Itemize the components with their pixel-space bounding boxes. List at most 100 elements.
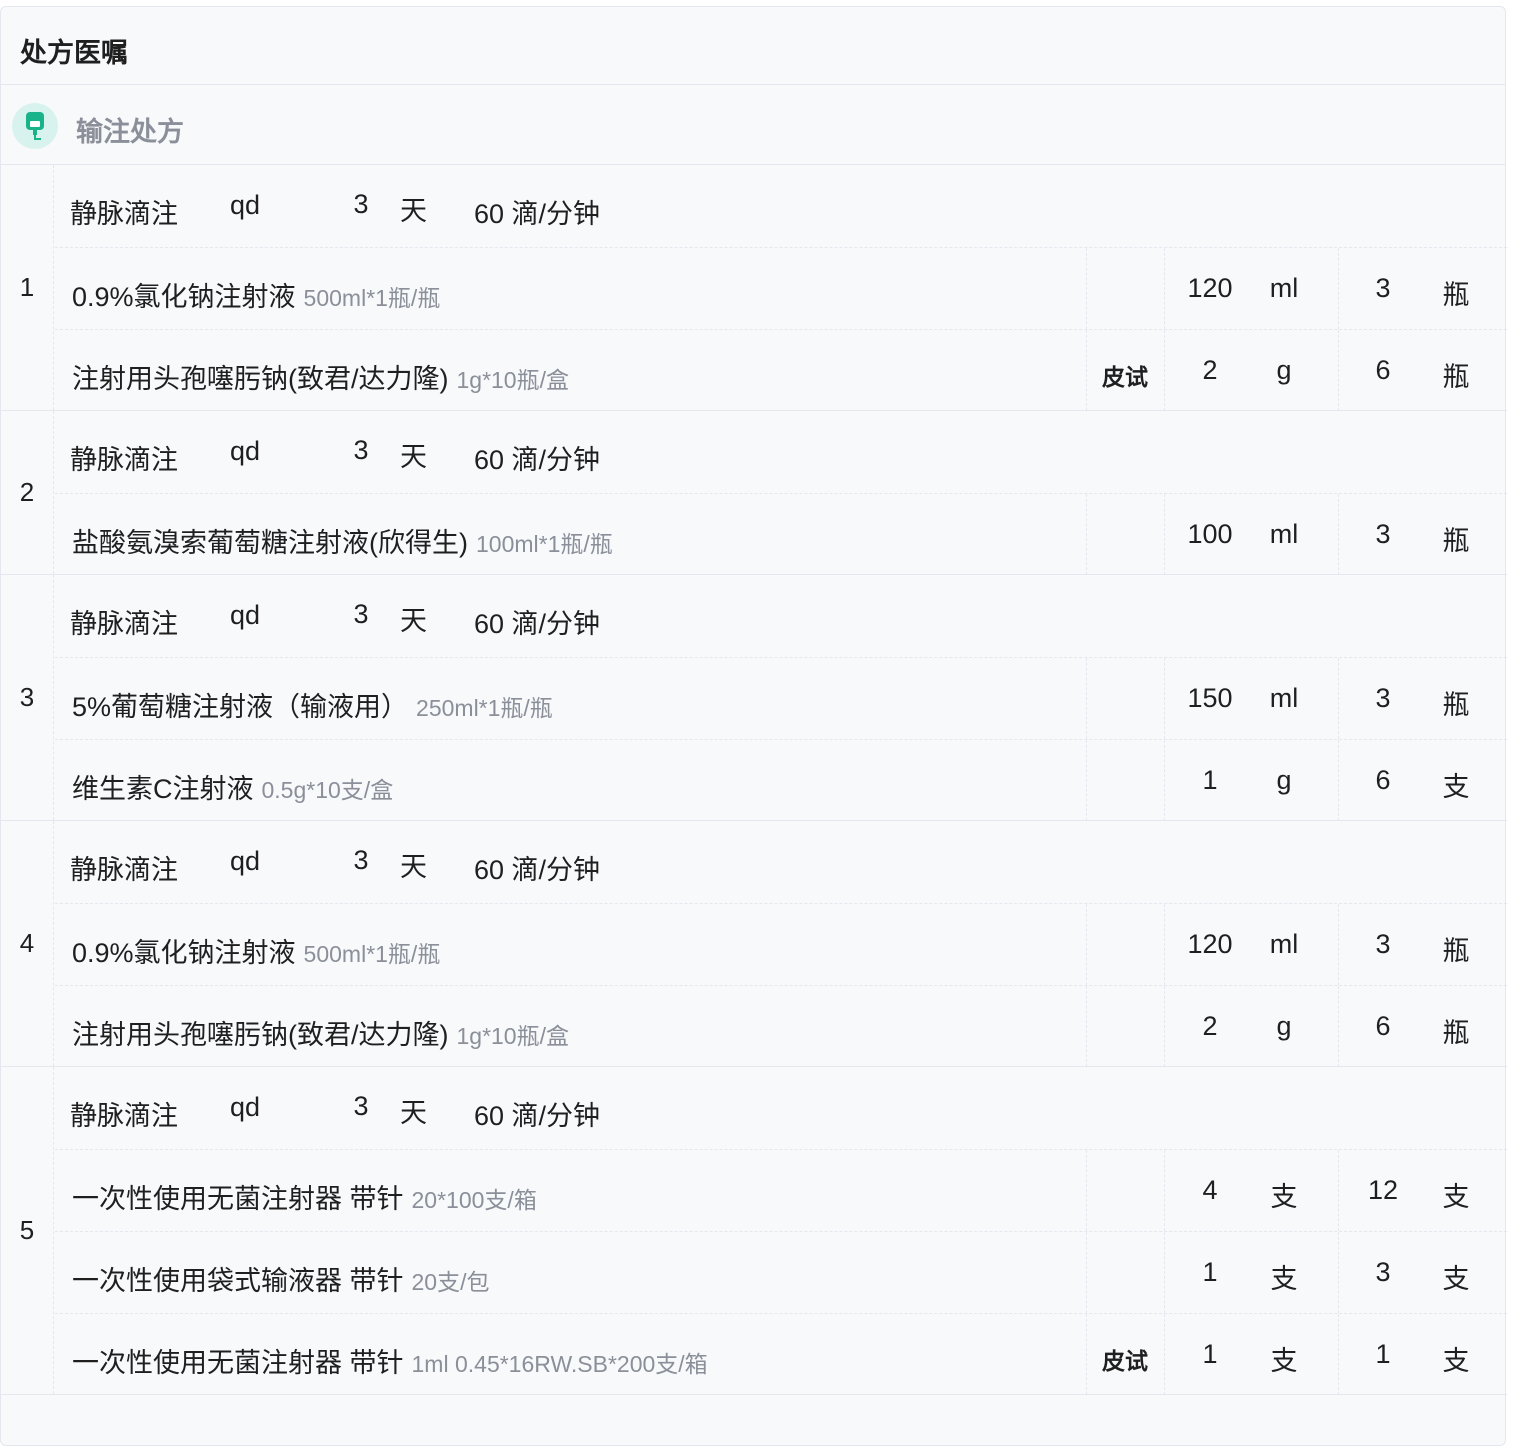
column-divider xyxy=(1164,330,1165,411)
drug-name-text: 5%葡萄糖注射液（输液用） xyxy=(72,692,409,722)
quantity-value: 6 xyxy=(1375,765,1391,795)
column-divider xyxy=(1086,658,1087,739)
column-divider xyxy=(1086,740,1087,821)
column-divider xyxy=(1086,986,1087,1067)
dose-value: 2 xyxy=(1202,355,1218,385)
drug-name-text: 一次性使用袋式输液器 带针 xyxy=(72,1266,404,1296)
drug-spec: 1g*10瓶/盒 xyxy=(456,1023,569,1049)
drug-row: 盐酸氨溴索葡萄糖注射液(欣得生) 100ml*1瓶/瓶 100 ml 3 瓶 xyxy=(55,493,1507,575)
prescription-groups: 1 静脉滴注 qd 3 天 60 滴/分钟 0.9%氯化钠注射液 500ml*1瓶/瓶 120 m… xyxy=(1,165,1507,1395)
days-unit: 天 xyxy=(400,196,427,226)
drug-name-text: 注射用头孢噻肟钠(致君/达力隆) xyxy=(72,1020,449,1050)
route-text: 静脉滴注 xyxy=(70,445,178,475)
drip-rate: 60 滴/分钟 xyxy=(474,445,601,475)
dose-unit: g xyxy=(1276,1011,1292,1041)
days-unit: 天 xyxy=(400,1098,427,1128)
dose-unit: 支 xyxy=(1270,1346,1298,1376)
days-unit: 天 xyxy=(400,442,427,472)
drug-name: 注射用头孢噻肟钠(致君/达力隆) 1g*10瓶/盒 xyxy=(72,1013,569,1052)
frequency-text: qd xyxy=(230,436,261,466)
drug-name-text: 0.9%氯化钠注射液 xyxy=(72,938,296,968)
drug-spec: 1g*10瓶/盒 xyxy=(456,367,569,393)
section-title: 输注处方 xyxy=(76,117,184,147)
quantity-unit: 瓶 xyxy=(1442,280,1470,310)
drug-row: 注射用头孢噻肟钠(致君/达力隆) 1g*10瓶/盒 皮试 2 g 6 瓶 xyxy=(55,329,1507,411)
column-divider xyxy=(1338,1314,1339,1395)
route-text: 静脉滴注 xyxy=(70,609,178,639)
iv-drip-icon xyxy=(12,103,58,149)
column-divider xyxy=(1164,1314,1165,1395)
drug-row: 一次性使用无菌注射器 带针 20*100支/箱 4 支 12 支 xyxy=(55,1149,1507,1231)
dose-value: 1 xyxy=(1202,765,1218,795)
dose-unit: ml xyxy=(1269,273,1299,303)
quantity-unit: 瓶 xyxy=(1442,936,1470,966)
drug-row: 0.9%氯化钠注射液 500ml*1瓶/瓶 120 ml 3 瓶 xyxy=(55,903,1507,985)
panel-header: 处方医嘱 xyxy=(1,7,1505,85)
drug-spec: 20支/包 xyxy=(411,1269,490,1295)
dose-value: 100 xyxy=(1187,519,1233,549)
skin-test-badge: 皮试 xyxy=(1102,364,1148,390)
column-divider xyxy=(1338,1150,1339,1231)
prescription-group: 5 静脉滴注 qd 3 天 60 滴/分钟 一次性使用无菌注射器 带针 20*100支/箱 4 支… xyxy=(1,1067,1507,1395)
column-divider xyxy=(1338,658,1339,739)
drug-row: 一次性使用袋式输液器 带针 20支/包 1 支 3 支 xyxy=(55,1231,1507,1313)
column-divider xyxy=(1164,658,1165,739)
dose-value: 120 xyxy=(1187,273,1233,303)
quantity-unit: 瓶 xyxy=(1442,690,1470,720)
usage-row: 静脉滴注 qd 3 天 60 滴/分钟 xyxy=(55,575,1507,657)
route-text: 静脉滴注 xyxy=(70,199,178,229)
dose-unit: g xyxy=(1276,765,1292,795)
drug-row: 维生素C注射液 0.5g*10支/盒 1 g 6 支 xyxy=(55,739,1507,821)
drug-spec: 100ml*1瓶/瓶 xyxy=(475,531,613,557)
column-divider xyxy=(1164,248,1165,329)
usage-row: 静脉滴注 qd 3 天 60 滴/分钟 xyxy=(55,821,1507,903)
quantity-value: 3 xyxy=(1375,519,1391,549)
column-divider xyxy=(1086,1232,1087,1313)
prescription-group: 2 静脉滴注 qd 3 天 60 滴/分钟 盐酸氨溴索葡萄糖注射液(欣得生) 100ml*1瓶… xyxy=(1,411,1507,575)
days-unit: 天 xyxy=(400,606,427,636)
column-divider xyxy=(1086,248,1087,329)
quantity-value: 3 xyxy=(1375,1257,1391,1287)
route-text: 静脉滴注 xyxy=(70,1101,178,1131)
dose-value: 1 xyxy=(1202,1339,1218,1369)
prescription-group: 1 静脉滴注 qd 3 天 60 滴/分钟 0.9%氯化钠注射液 500ml*1瓶/瓶 120 m… xyxy=(1,165,1507,411)
dose-value: 4 xyxy=(1202,1175,1218,1205)
column-divider xyxy=(1164,1232,1165,1313)
prescription-group: 3 静脉滴注 qd 3 天 60 滴/分钟 5%葡萄糖注射液（输液用） 250ml*1瓶/瓶 1… xyxy=(1,575,1507,821)
quantity-value: 6 xyxy=(1375,1011,1391,1041)
column-divider xyxy=(1338,904,1339,985)
quantity-unit: 瓶 xyxy=(1442,362,1470,392)
usage-row: 静脉滴注 qd 3 天 60 滴/分钟 xyxy=(55,411,1507,493)
column-divider xyxy=(1338,1232,1339,1313)
drug-spec: 20*100支/箱 xyxy=(411,1187,537,1213)
quantity-value: 12 xyxy=(1367,1175,1399,1205)
drug-name: 注射用头孢噻肟钠(致君/达力隆) 1g*10瓶/盒 xyxy=(72,357,569,396)
drug-name-text: 一次性使用无菌注射器 带针 xyxy=(72,1348,404,1378)
column-divider xyxy=(1164,904,1165,985)
dose-unit: ml xyxy=(1269,929,1299,959)
quantity-unit: 支 xyxy=(1442,1346,1470,1376)
quantity-value: 6 xyxy=(1375,355,1391,385)
prescription-group: 4 静脉滴注 qd 3 天 60 滴/分钟 0.9%氯化钠注射液 500ml*1瓶/瓶 120 m… xyxy=(1,821,1507,1067)
quantity-unit: 支 xyxy=(1442,1182,1470,1212)
dose-value: 1 xyxy=(1202,1257,1218,1287)
drug-name: 一次性使用无菌注射器 带针 1ml 0.45*16RW.SB*200支/箱 xyxy=(72,1341,708,1380)
dose-value: 2 xyxy=(1202,1011,1218,1041)
panel-title: 处方医嘱 xyxy=(20,38,128,68)
drug-spec: 250ml*1瓶/瓶 xyxy=(416,695,553,721)
days-value: 3 xyxy=(353,1091,369,1121)
column-divider xyxy=(1338,986,1339,1067)
dose-unit: ml xyxy=(1269,683,1299,713)
days-value: 3 xyxy=(353,599,369,629)
dose-value: 150 xyxy=(1187,683,1233,713)
dose-unit: 支 xyxy=(1270,1264,1298,1294)
usage-row: 静脉滴注 qd 3 天 60 滴/分钟 xyxy=(55,165,1507,247)
column-divider xyxy=(1086,1314,1087,1395)
drug-name-text: 维生素C注射液 xyxy=(72,774,254,804)
drug-row: 注射用头孢噻肟钠(致君/达力隆) 1g*10瓶/盒 2 g 6 瓶 xyxy=(55,985,1507,1067)
skin-test-badge: 皮试 xyxy=(1102,1348,1148,1374)
column-divider xyxy=(1086,904,1087,985)
column-divider xyxy=(1338,494,1339,575)
column-divider xyxy=(1086,494,1087,575)
group-number: 5 xyxy=(1,1067,54,1394)
